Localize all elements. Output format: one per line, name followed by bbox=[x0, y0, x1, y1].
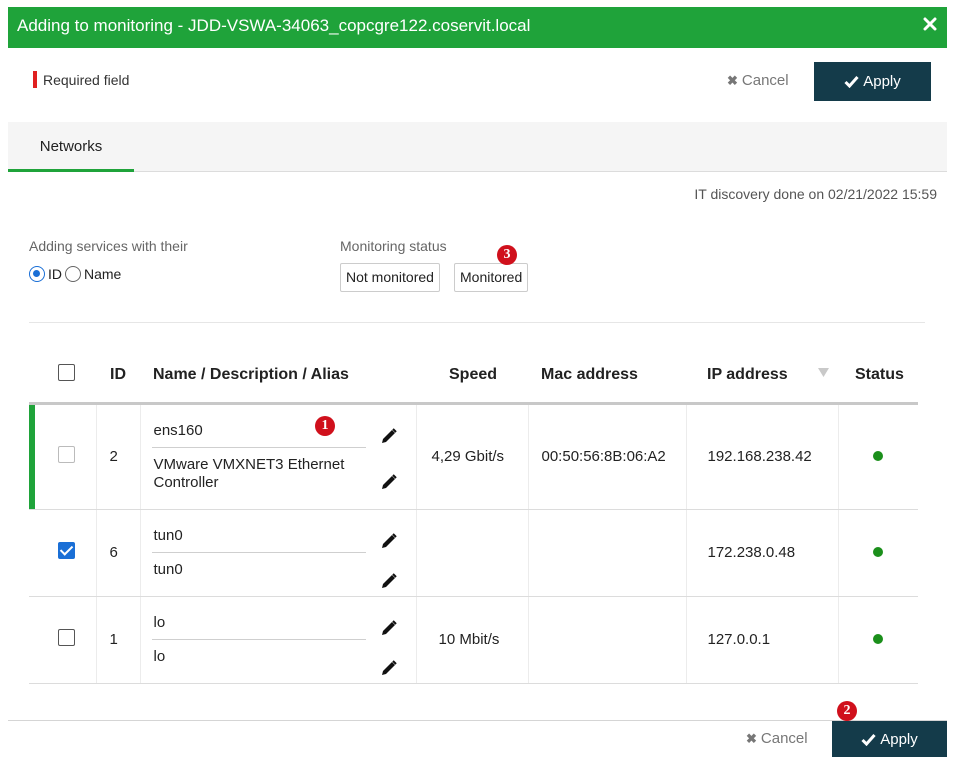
apply-label: Apply bbox=[880, 730, 918, 748]
table-row[interactable]: 6 tun0 tun0 172.238.0.48 bbox=[29, 509, 918, 597]
dialog-title: Adding to monitoring - JDD-VSWA-34063_co… bbox=[17, 16, 531, 35]
radio-id[interactable] bbox=[29, 266, 45, 282]
row-name-description: tun0 tun0 bbox=[139, 509, 370, 597]
radio-name[interactable] bbox=[65, 266, 81, 282]
tab-strip: Networks bbox=[8, 122, 947, 172]
cancel-button-bottom[interactable]: ✖ Cancel bbox=[746, 730, 808, 747]
check-icon bbox=[844, 76, 859, 88]
edit-name-pencil-icon[interactable] bbox=[380, 532, 398, 550]
section-divider bbox=[29, 322, 925, 323]
column-header-status[interactable]: Status bbox=[838, 348, 918, 405]
row-status bbox=[837, 403, 918, 510]
row-mac: 00:50:56:8B:06:A2 bbox=[527, 403, 686, 510]
row-mac bbox=[527, 596, 686, 684]
select-all-checkbox[interactable] bbox=[58, 363, 75, 381]
apply-button-top[interactable]: Apply bbox=[814, 62, 931, 101]
status-ok-dot bbox=[872, 547, 883, 557]
tab-networks[interactable]: Networks bbox=[8, 122, 134, 172]
row-status bbox=[837, 509, 918, 597]
adding-services-radio-group: ID Name bbox=[29, 266, 121, 282]
close-icon: ✖ bbox=[746, 731, 757, 746]
networks-table: ID Name / Description / Alias Speed Mac … bbox=[29, 348, 918, 684]
row-select-cell bbox=[29, 596, 96, 684]
select-all-header bbox=[29, 348, 96, 405]
close-icon[interactable] bbox=[923, 17, 937, 31]
edit-name-pencil-icon[interactable] bbox=[380, 619, 398, 637]
column-header-speed[interactable]: Speed bbox=[416, 348, 528, 405]
row-name-description: ens160 VMware VMXNET3 Ethernet Controlle… bbox=[139, 403, 370, 510]
edit-description-pencil-icon[interactable] bbox=[380, 659, 398, 677]
monitoring-status-label: Monitoring status bbox=[340, 238, 447, 254]
edit-description-pencil-icon[interactable] bbox=[380, 473, 398, 491]
close-icon: ✖ bbox=[727, 73, 738, 88]
ip-header-label: IP address bbox=[707, 365, 788, 383]
dialog-title-bar: Adding to monitoring - JDD-VSWA-34063_co… bbox=[8, 7, 947, 48]
required-field-label: Required field bbox=[43, 72, 130, 88]
status-ok-dot bbox=[872, 634, 883, 644]
annotation-badge-3: 3 bbox=[497, 245, 517, 265]
row-description: VMware VMXNET3 Ethernet Controller bbox=[153, 455, 345, 491]
check-icon bbox=[861, 733, 876, 746]
required-marker bbox=[33, 71, 37, 88]
row-name-description: lo lo bbox=[139, 596, 370, 684]
required-field-legend: Required field bbox=[33, 71, 129, 88]
row-id: 6 bbox=[95, 509, 140, 597]
table-header-row: ID Name / Description / Alias Speed Mac … bbox=[29, 348, 918, 405]
column-header-ip[interactable]: IP address bbox=[686, 348, 838, 405]
radio-id-label: ID bbox=[48, 266, 62, 282]
row-speed: 4,29 Gbit/s bbox=[415, 403, 528, 510]
edit-name-pencil-icon[interactable] bbox=[380, 427, 398, 445]
row-ip: 172.238.0.48 bbox=[685, 509, 838, 597]
row-description: tun0 bbox=[153, 561, 183, 578]
row-speed bbox=[415, 509, 528, 597]
row-select-cell bbox=[29, 403, 96, 510]
table-row[interactable]: 2 ens160 VMware VMXNET3 Ethernet Control… bbox=[29, 403, 918, 510]
cancel-button-top[interactable]: ✖ Cancel bbox=[727, 72, 789, 89]
row-edit-actions bbox=[370, 509, 416, 597]
row-ip: 127.0.0.1 bbox=[685, 596, 838, 684]
annotation-badge-1: 1 bbox=[315, 415, 335, 436]
monitored-button[interactable]: Monitored bbox=[454, 263, 529, 292]
row-name: tun0 bbox=[151, 519, 366, 553]
cancel-label: Cancel bbox=[760, 730, 808, 747]
not-monitored-button[interactable]: Not monitored bbox=[340, 263, 440, 292]
discovery-timestamp: IT discovery done on 02/21/2022 15:59 bbox=[694, 186, 937, 202]
apply-label: Apply bbox=[863, 73, 901, 90]
row-id: 1 bbox=[95, 596, 140, 684]
table-row[interactable]: 1 lo lo 10 Mbit/s 127.0.0.1 bbox=[29, 596, 918, 684]
row-ip: 192.168.238.42 bbox=[685, 403, 838, 510]
row-edit-actions bbox=[370, 596, 416, 684]
row-checkbox[interactable] bbox=[58, 629, 75, 646]
row-mac bbox=[527, 509, 686, 597]
row-checkbox[interactable] bbox=[58, 446, 75, 463]
adding-services-label: Adding services with their bbox=[29, 238, 188, 254]
radio-name-label: Name bbox=[84, 266, 122, 282]
row-description: lo bbox=[153, 648, 166, 665]
row-speed: 10 Mbit/s bbox=[415, 596, 528, 684]
row-name: lo bbox=[151, 606, 366, 640]
column-header-mac[interactable]: Mac address bbox=[528, 348, 686, 405]
cancel-label: Cancel bbox=[741, 72, 789, 89]
footer-divider bbox=[8, 720, 947, 721]
row-edit-actions: 1 bbox=[315, 403, 416, 510]
sort-down-icon[interactable] bbox=[818, 368, 829, 377]
column-header-id[interactable]: ID bbox=[96, 348, 140, 405]
edit-description-pencil-icon[interactable] bbox=[380, 572, 398, 590]
status-ok-dot bbox=[872, 451, 883, 461]
row-checkbox[interactable] bbox=[58, 542, 75, 559]
column-header-name[interactable]: Name / Description / Alias bbox=[140, 348, 370, 405]
row-id: 2 bbox=[95, 403, 140, 510]
column-header-actions bbox=[370, 348, 416, 405]
row-select-cell bbox=[29, 509, 96, 597]
annotation-badge-2: 2 bbox=[837, 701, 857, 721]
row-status bbox=[837, 596, 918, 684]
apply-button-bottom[interactable]: Apply bbox=[832, 721, 947, 757]
